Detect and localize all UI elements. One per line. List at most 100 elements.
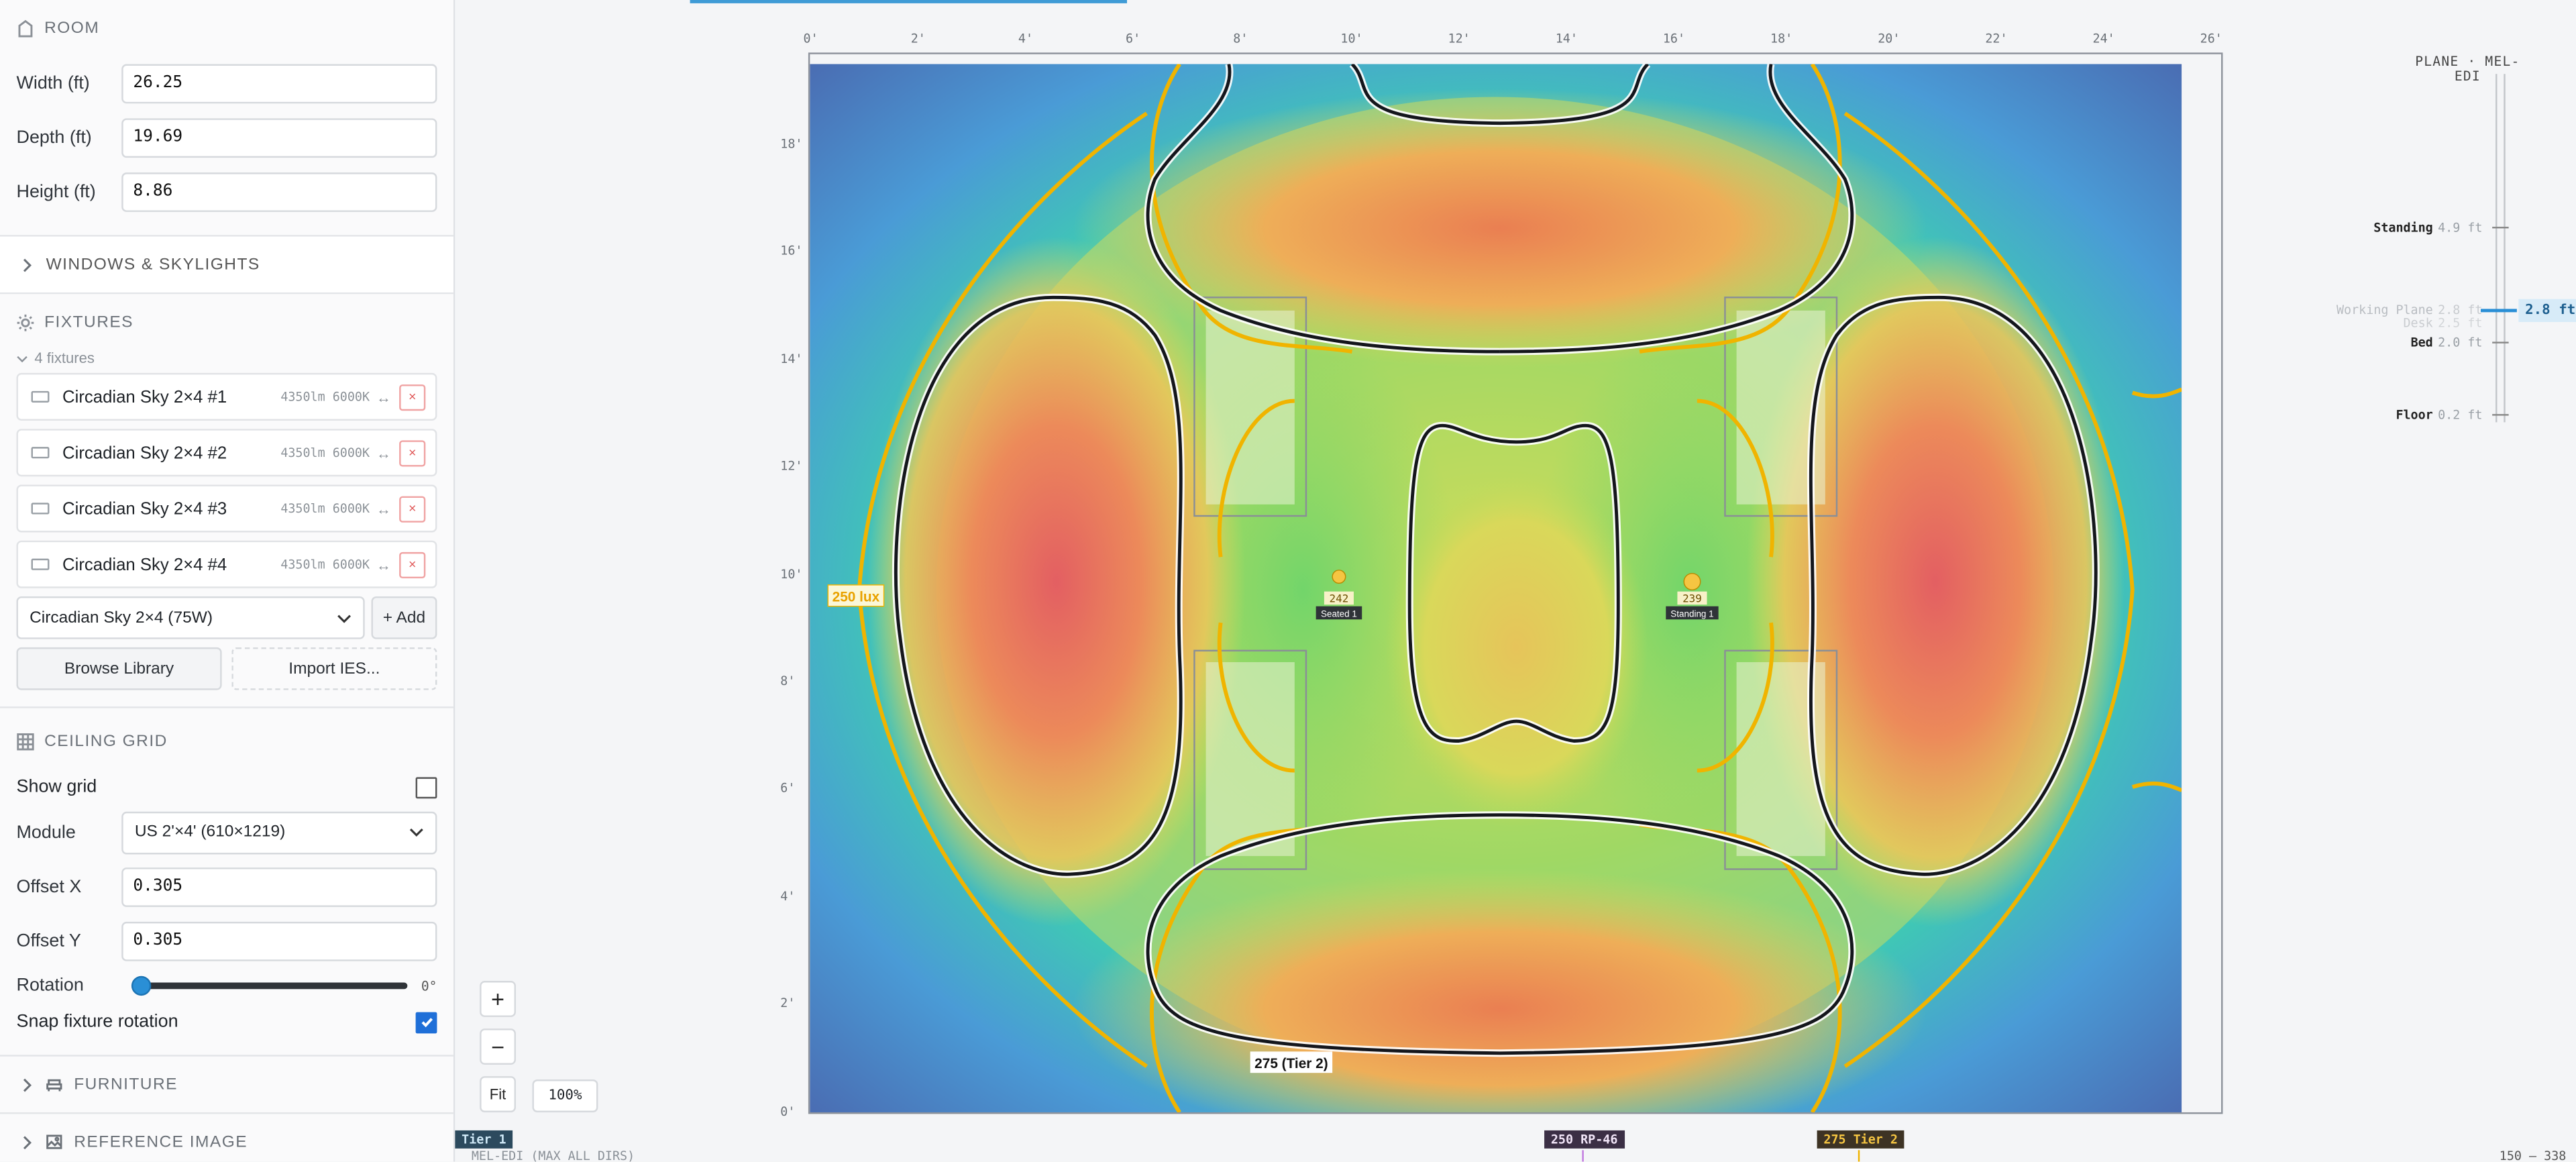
fixtures-header[interactable]: FIXTURES <box>0 294 453 350</box>
snap-checkbox[interactable] <box>415 1011 437 1033</box>
tier2-marker <box>1858 1150 1860 1162</box>
fixture-meta: 4350lm 6000K <box>280 445 370 460</box>
loading-bar <box>690 0 1128 3</box>
module-select[interactable]: US 2'×4' (610×1219) <box>121 810 437 854</box>
x-tick-label: 0' <box>803 31 818 46</box>
windows-section-header[interactable]: WINDOWS & SKYLIGHTS <box>0 236 453 295</box>
fixture-name: Circadian Sky 2×4 #2 <box>62 443 227 463</box>
y-tick-label: 14' <box>780 351 803 366</box>
snap-row: Snap fixture rotation <box>0 1004 453 1040</box>
tier2-tag: 275 Tier 2 <box>1817 1130 1904 1149</box>
move-icon[interactable]: ↔ <box>376 500 391 517</box>
chevron-down-icon <box>337 614 351 623</box>
width-input[interactable] <box>121 63 437 103</box>
offset-y-row: Offset Y <box>0 914 453 968</box>
x-tick-label: 18' <box>1770 31 1793 46</box>
furniture-section-header[interactable]: FURNITURE <box>0 1057 453 1114</box>
sun-icon <box>17 313 34 331</box>
illuminance-heatmap[interactable]: 250 lux 275 (Tier 2) 242 Seated 1 239 St… <box>810 64 2182 1112</box>
room-icon <box>18 19 33 37</box>
rotation-slider-thumb[interactable] <box>131 975 152 996</box>
delete-fixture-button[interactable]: × <box>399 383 426 411</box>
x-tick-label: 16' <box>1662 31 1686 46</box>
import-ies-button[interactable]: Import IES... <box>231 647 437 690</box>
y-tick-label: 16' <box>780 244 803 259</box>
sensor-seated-value: 242 <box>1330 592 1349 605</box>
y-tick-label: 6' <box>780 781 796 796</box>
chevron-down-icon <box>409 828 423 837</box>
sensor-standing-label: Standing 1 <box>1670 609 1713 619</box>
x-tick-label: 22' <box>1985 31 2008 46</box>
offset-y-label: Offset Y <box>16 931 81 951</box>
fixture-model-select[interactable]: Circadian Sky 2×4 (75W) <box>16 596 365 639</box>
fixture-item[interactable]: Circadian Sky 2×4 #2 4350lm 6000K ↔ × <box>16 429 437 477</box>
room-title: ROOM <box>44 19 100 38</box>
ceiling-grid-header[interactable]: CEILING GRID <box>0 713 453 769</box>
heatmap-svg: 250 lux 275 (Tier 2) 242 Seated 1 239 St… <box>810 64 2182 1112</box>
add-fixture-button[interactable]: + Add <box>371 596 437 639</box>
depth-input[interactable] <box>121 117 437 157</box>
show-grid-checkbox[interactable] <box>415 776 437 798</box>
sofa-icon <box>46 1079 62 1092</box>
fixture-item[interactable]: Circadian Sky 2×4 #4 4350lm 6000K ↔ × <box>16 540 437 588</box>
height-row: Height (ft) <box>0 164 453 219</box>
module-row: Module US 2'×4' (610×1219) <box>0 805 453 859</box>
browse-library-button[interactable]: Browse Library <box>16 647 222 690</box>
fixture-icon <box>31 447 50 459</box>
delete-fixture-button[interactable]: × <box>399 551 426 578</box>
furniture-title: FURNITURE <box>74 1075 178 1094</box>
fixture-item[interactable]: Circadian Sky 2×4 #3 4350lm 6000K ↔ × <box>16 484 437 533</box>
rotation-value: 0° <box>421 978 437 994</box>
fixture-model-value: Circadian Sky 2×4 (75W) <box>30 609 213 627</box>
fixture-name: Circadian Sky 2×4 #4 <box>62 554 227 574</box>
offset-y-input[interactable] <box>121 920 437 961</box>
metric-mode-label: MEL-EDI (MAX ALL DIRS) <box>471 1148 635 1162</box>
contour-250-label-group: 250 lux <box>827 584 885 607</box>
width-label: Width (ft) <box>16 72 90 93</box>
reference-image-section-header[interactable]: REFERENCE IMAGE <box>0 1114 453 1161</box>
height-label: Height (ft) <box>16 181 96 202</box>
fixture-icon <box>31 390 50 403</box>
show-grid-label: Show grid <box>16 777 97 797</box>
move-icon[interactable]: ↔ <box>376 556 391 572</box>
y-tick-label: 10' <box>780 566 803 581</box>
module-label: Module <box>16 822 76 843</box>
delete-fixture-button[interactable]: × <box>399 495 426 522</box>
check-icon <box>421 1018 432 1028</box>
x-tick-label: 4' <box>1018 31 1033 46</box>
reference-image-title: REFERENCE IMAGE <box>74 1132 248 1151</box>
sensor-seated-label: Seated 1 <box>1321 609 1357 619</box>
image-icon <box>46 1134 62 1149</box>
ceiling-grid-title: CEILING GRID <box>44 732 168 750</box>
x-tick-label: 12' <box>1448 31 1470 46</box>
move-icon[interactable]: ↔ <box>376 444 391 460</box>
room-section: ROOM Width (ft) Depth (ft) Height (ft) <box>0 0 453 237</box>
fixture-meta: 4350lm 6000K <box>280 557 370 572</box>
height-input[interactable] <box>121 171 437 211</box>
move-icon[interactable]: ↔ <box>376 388 391 405</box>
contour-250-label: 250 lux <box>833 589 880 604</box>
fixture-item[interactable]: Circadian Sky 2×4 #1 4350lm 6000K ↔ × <box>16 372 437 421</box>
zoom-out-button[interactable]: − <box>480 1028 516 1065</box>
rotation-slider[interactable] <box>131 975 409 996</box>
offset-x-input[interactable] <box>121 866 437 906</box>
y-tick-label: 2' <box>780 996 796 1011</box>
fit-button[interactable]: Fit <box>480 1076 516 1112</box>
offset-x-label: Offset X <box>16 876 82 896</box>
y-tick-label: 4' <box>780 888 796 904</box>
room-header[interactable]: ROOM <box>0 0 453 56</box>
zoom-in-button[interactable]: + <box>480 981 516 1017</box>
tier1-tag: Tier 1 <box>455 1130 513 1149</box>
x-tick-label: 8' <box>1233 31 1248 46</box>
chevron-right-icon <box>23 258 32 272</box>
fixture-meta: 4350lm 6000K <box>280 500 370 516</box>
fixture-name: Circadian Sky 2×4 #3 <box>62 498 227 519</box>
show-grid-row: Show grid <box>0 769 453 805</box>
fixtures-count[interactable]: 4 fixtures <box>0 350 453 373</box>
contour-275-label: 275 (Tier 2) <box>1254 1056 1328 1071</box>
snap-label: Snap fixture rotation <box>16 1012 178 1032</box>
windows-title: WINDOWS & SKYLIGHTS <box>46 255 260 274</box>
y-tick-label: 0' <box>780 1103 796 1118</box>
rp46-tag: 250 RP-46 <box>1544 1130 1625 1149</box>
delete-fixture-button[interactable]: × <box>399 439 426 466</box>
